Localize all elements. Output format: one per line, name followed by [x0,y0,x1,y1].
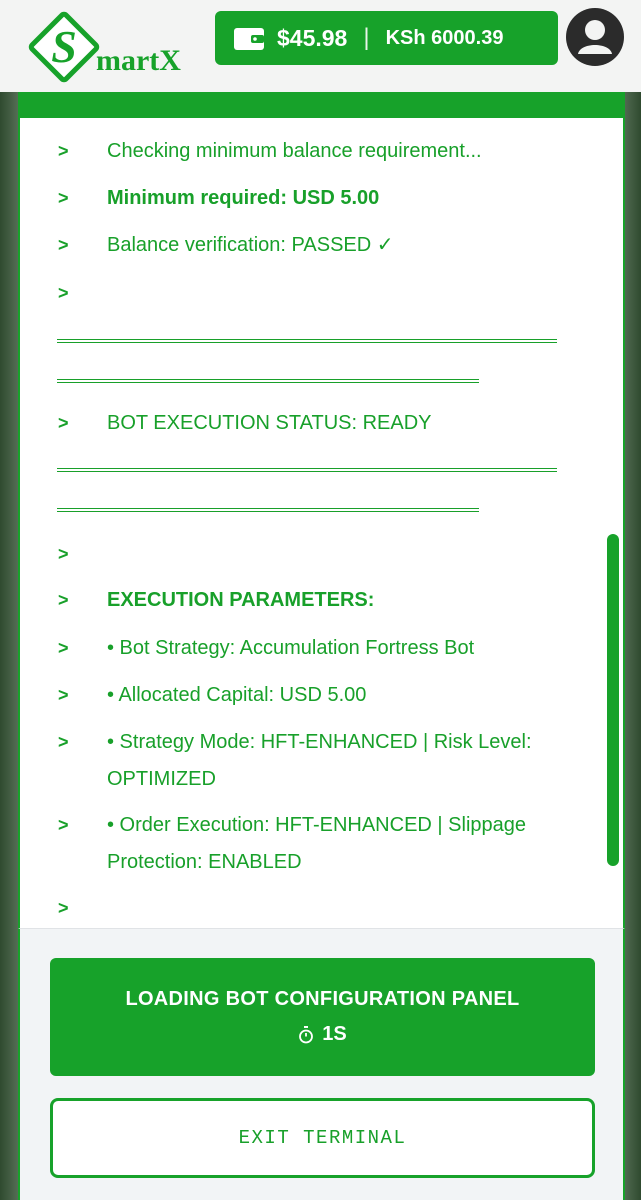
prompt-symbol: > [58,283,69,303]
usd-balance: $45.98 [277,24,348,51]
prompt-symbol: > [58,413,69,433]
separator-rule [57,379,479,383]
prompt-symbol: > [58,898,69,918]
prompt-symbol: > [58,732,69,752]
user-avatar-icon[interactable] [566,8,624,66]
terminal-line-text: EXECUTION PARAMETERS: [107,589,375,611]
prompt-symbol: > [58,638,69,658]
prompt-symbol: > [58,188,69,208]
app-header: S martX $45.98 | KSh 6000.39 [0,0,641,92]
terminal-line-text: • Order Execution: HFT-ENHANCED | Slippa… [107,814,527,873]
loading-config-button[interactable]: LOADING BOT CONFIGURATION PANEL 1S [50,958,595,1076]
prompt-symbol: > [58,815,69,835]
terminal-line-text: • Bot Strategy: Accumulation Fortress Bo… [107,637,475,659]
prompt-symbol: > [58,235,69,255]
smartx-logo[interactable]: S martX [26,10,216,84]
logo-text: martX [96,44,181,77]
prompt-symbol: > [58,544,69,564]
balance-separator: | [363,24,370,51]
terminal-line-text: Minimum required: USD 5.00 [107,187,380,209]
timer-value: 1S [322,1023,347,1045]
stopwatch-icon [299,1025,314,1043]
loading-label: LOADING BOT CONFIGURATION PANEL [125,988,520,1010]
prompt-symbol: > [58,141,69,161]
terminal-line-text: BOT EXECUTION STATUS: READY [107,412,432,434]
prompt-symbol: > [58,590,69,610]
exit-terminal-button[interactable]: EXIT TERMINAL [50,1098,595,1178]
separator-rule [57,339,557,343]
terminal-line-text: Balance verification: PASSED ✓ [107,234,394,256]
background-left [0,0,20,1200]
terminal-output[interactable]: > Account balance retrieved: USD 45.98 >… [18,112,625,928]
separator-rule [57,468,557,472]
loading-timer: 1S [298,1023,347,1046]
balance-display[interactable]: $45.98 | KSh 6000.39 [215,11,558,65]
logo-letter: S [51,21,77,72]
kes-balance: KSh 6000.39 [385,26,504,49]
terminal-line-text: • Allocated Capital: USD 5.00 [107,684,367,706]
separator-rule [57,508,479,512]
terminal-line-text: Checking minimum balance requirement... [107,140,482,162]
terminal-line-text: • Strategy Mode: HFT-ENHANCED | Risk Lev… [107,731,532,790]
terminal-scrollbar[interactable] [607,534,619,866]
terminal-top-bar [18,92,625,118]
wallet-icon [234,28,264,50]
action-area: LOADING BOT CONFIGURATION PANEL 1S EXIT … [18,928,625,1200]
prompt-symbol: > [58,685,69,705]
